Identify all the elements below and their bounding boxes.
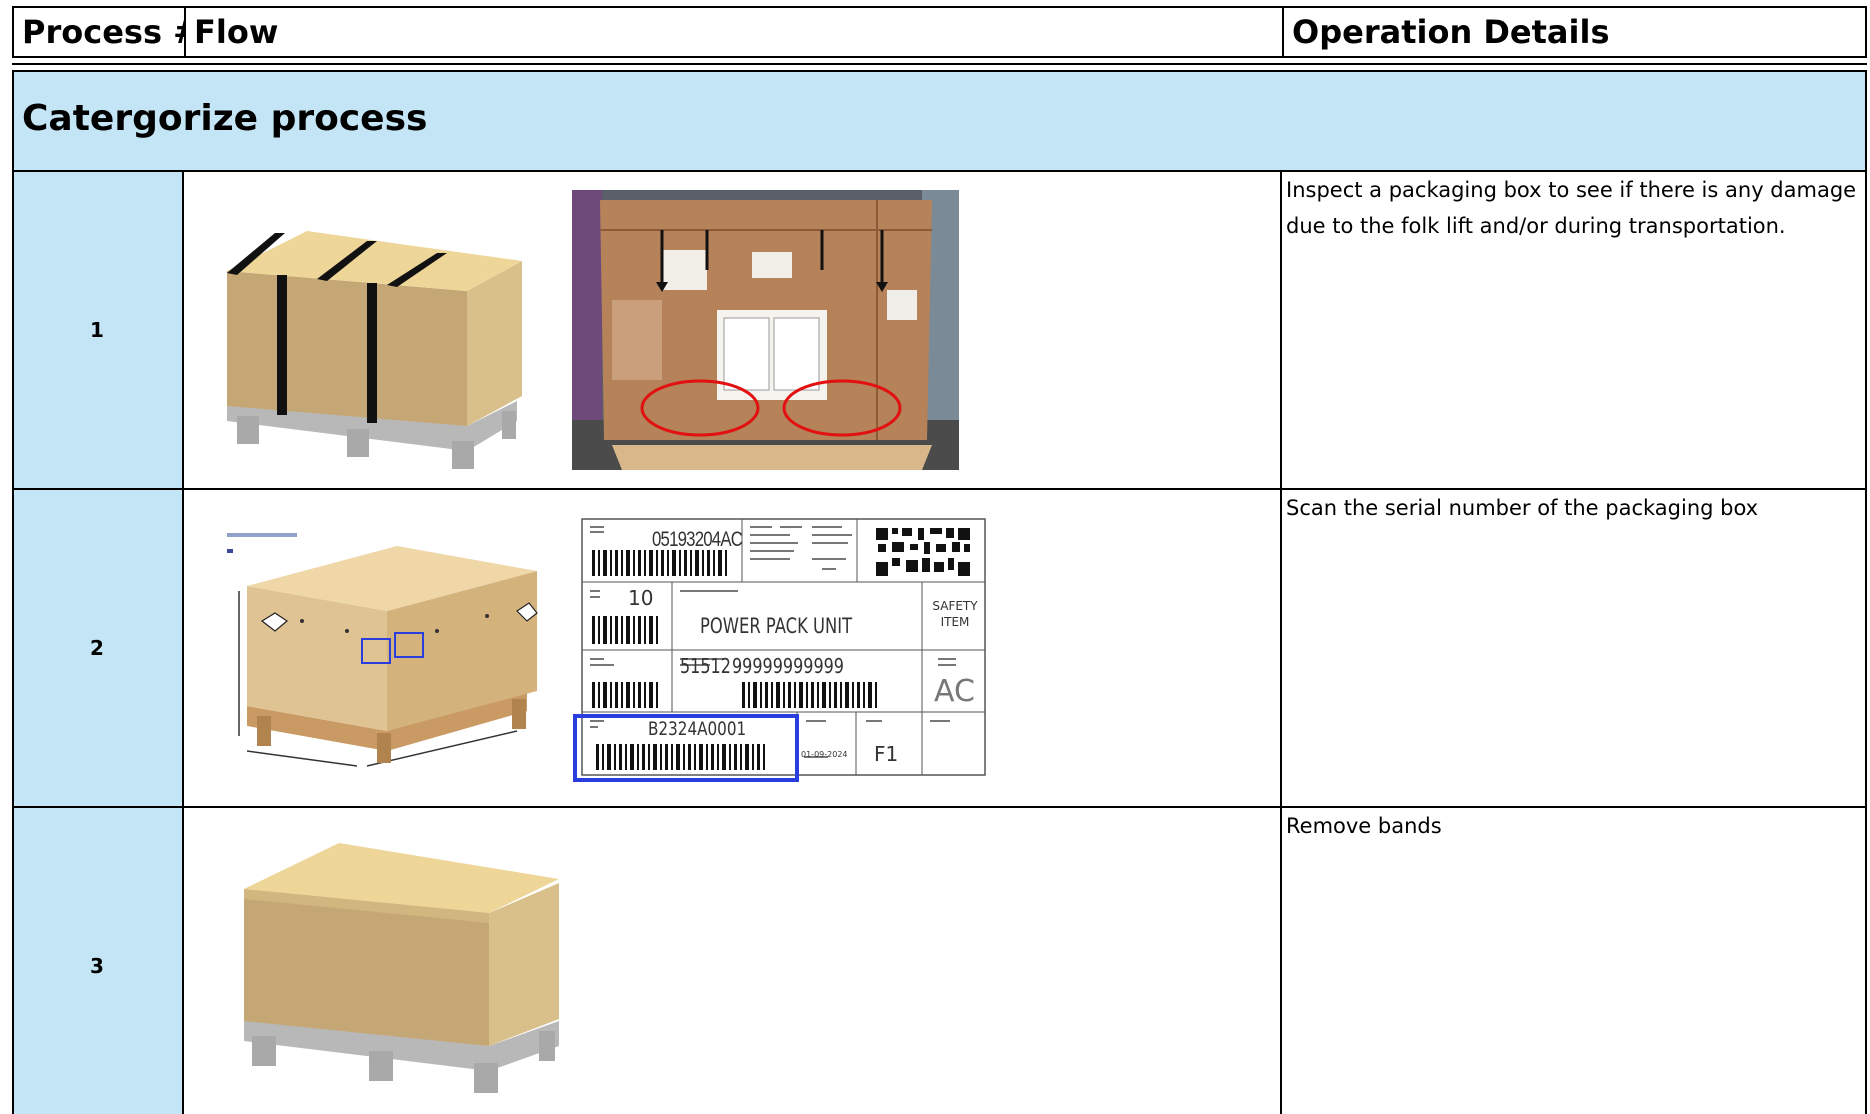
label-serial-number: B2324A0001 bbox=[648, 718, 747, 740]
label-description: POWER PACK UNIT bbox=[700, 614, 853, 638]
shipping-label: 05193204AC 10 POWER PACK UNIT SAFETY ITE… bbox=[572, 514, 990, 782]
damaged-box-photo bbox=[572, 190, 959, 470]
banded-box-illustration bbox=[227, 231, 522, 469]
col-divider-right bbox=[1865, 172, 1867, 1114]
header-flow: Flow bbox=[184, 6, 1282, 58]
process-sheet: Process # Flow Operation Details Catergo… bbox=[12, 6, 1867, 1114]
section-band: Catergorize process bbox=[12, 70, 1867, 172]
col-divider-1 bbox=[182, 172, 184, 1114]
row-number-1: 1 bbox=[90, 318, 104, 342]
label-change-letter: AC bbox=[934, 674, 975, 709]
label-safety-item: SAFETY ITEM bbox=[932, 599, 978, 629]
label-line-code: F1 bbox=[874, 742, 899, 766]
row-details-2: Scan the serial number of the packaging … bbox=[1286, 496, 1759, 520]
row-number-3: 3 bbox=[90, 954, 104, 978]
label-date: 01-09-2024 bbox=[801, 750, 848, 759]
box-dimension-illustration bbox=[227, 533, 538, 767]
col-divider-2 bbox=[1280, 172, 1282, 1114]
row-number-2: 2 bbox=[90, 636, 104, 660]
row-details-3: Remove bands bbox=[1286, 814, 1442, 838]
row-details-1: Inspect a packaging box to see if there … bbox=[1286, 178, 1857, 238]
label-qty: 10 bbox=[628, 586, 654, 610]
unbanded-box-illustration bbox=[244, 843, 559, 1093]
section-title: Catergorize process bbox=[22, 98, 428, 139]
header-process-no: Process # bbox=[12, 6, 184, 58]
label-barcode-number: 99999999999 bbox=[732, 654, 844, 678]
header-double-rule bbox=[12, 63, 1867, 68]
header-operation-details: Operation Details bbox=[1282, 6, 1867, 58]
label-supplier-code: 51512 bbox=[680, 654, 731, 678]
label-part-number: 05193204AC bbox=[652, 528, 743, 551]
